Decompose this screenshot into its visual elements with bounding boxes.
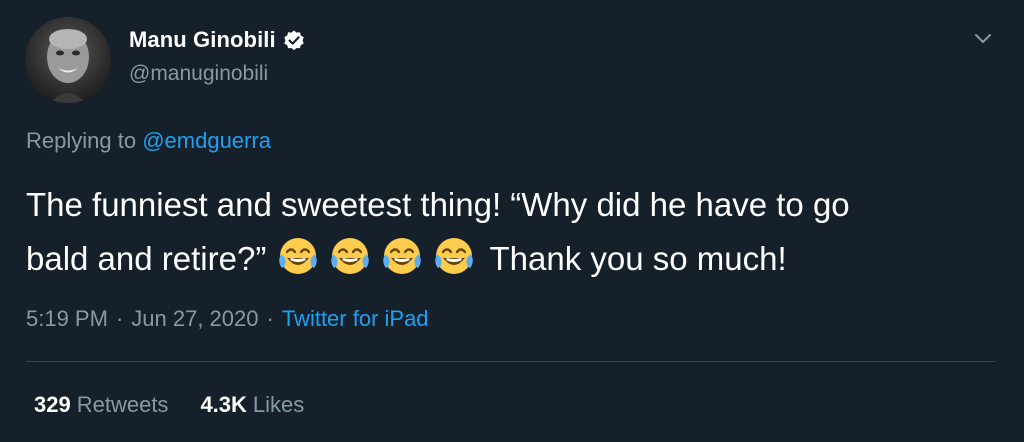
face-with-tears-of-joy-icon [432,234,476,278]
tweet-date[interactable]: Jun 27, 2020 [131,306,258,331]
tweet-text-line-2-end: Thank you so much! [489,240,787,277]
face-with-tears-of-joy-icon [328,234,372,278]
author-handle[interactable]: @manuginobili [129,62,268,86]
retweets-count: 329 [34,392,71,417]
tweet-meta: 5:19 PM · Jun 27, 2020 · Twitter for iPad [26,306,429,332]
tweet-text: The funniest and sweetest thing! “Why di… [26,178,1006,286]
avatar[interactable] [25,17,111,103]
author-display-name[interactable]: Manu Ginobili [129,27,276,53]
chevron-down-icon[interactable] [969,24,997,52]
tweet-text-line-2-start: bald and retire?” [26,240,267,277]
likes-label: Likes [252,392,305,417]
meta-separator: · [115,306,124,331]
divider [26,361,996,362]
replying-to: Replying to @emdguerra [26,128,271,154]
verified-badge-icon [282,29,306,53]
avatar-photo [25,17,111,103]
tweet-card: Manu Ginobili @manuginobili Replying to … [0,0,1024,442]
face-with-tears-of-joy-icon [276,234,320,278]
reply-mention-link[interactable]: @emdguerra [142,128,271,153]
replying-prefix: Replying to [26,128,137,153]
retweets-label: Retweets [76,392,169,417]
tweet-text-line-2: bald and retire?” Thank you so much! [26,232,1006,286]
retweets-stat[interactable]: 329 Retweets [34,392,168,418]
face-with-tears-of-joy-icon [380,234,424,278]
likes-stat[interactable]: 4.3K Likes [200,392,304,418]
likes-count: 4.3K [200,392,247,417]
tweet-text-line-1: The funniest and sweetest thing! “Why di… [26,186,850,223]
tweet-source-link[interactable]: Twitter for iPad [282,306,429,331]
tweet-stats: 329 Retweets 4.3K Likes [34,392,304,418]
meta-separator: · [266,306,274,331]
tweet-time[interactable]: 5:19 PM [26,306,108,331]
author-name-row[interactable]: Manu Ginobili [129,27,306,53]
